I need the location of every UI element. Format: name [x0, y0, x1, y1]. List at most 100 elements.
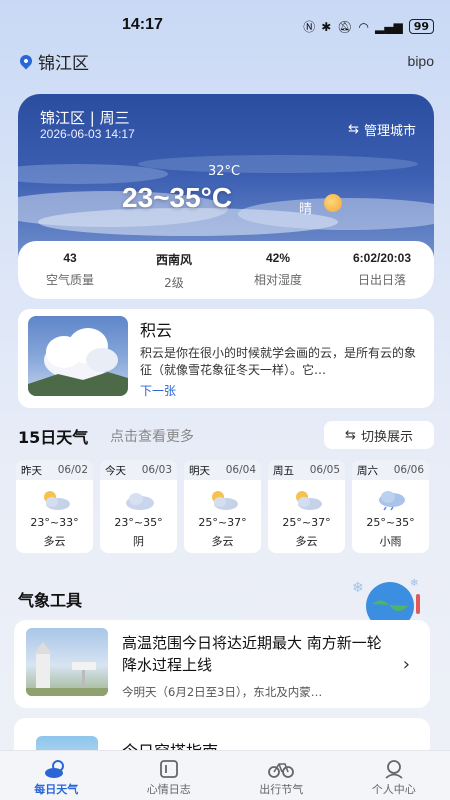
rain-cloud-icon [379, 491, 405, 511]
day-condition: 小雨 [379, 535, 402, 548]
stat-label: 相对湿度 [253, 273, 302, 287]
tab-label: 个人中心 [371, 783, 416, 796]
forecast-day[interactable]: 昨天 06/02 23°~33° 多云 [16, 460, 93, 553]
day-header: 昨天 06/02 [16, 460, 93, 480]
globe-decoration-icon: ❄ ❄ [352, 578, 420, 622]
day-temperature: 23°~35° [114, 516, 163, 529]
svg-text:❄: ❄ [352, 580, 364, 596]
forecast-header: 15日天气 点击查看更多 ⇆ 切换展示 [18, 421, 434, 450]
day-name: 今天 [105, 464, 126, 477]
forecast-day[interactable]: 今天 06/03 23°~35° 阴 [100, 460, 177, 553]
day-condition: 多云 [43, 535, 66, 548]
user-label[interactable]: bipo [408, 53, 434, 69]
stat-value: 43 [63, 251, 77, 265]
cloudy-icon [126, 493, 154, 510]
tab-daily-weather[interactable]: 每日天气 [0, 751, 113, 800]
news-subtitle: 今明天（6月2日至3日），东北及内蒙… [122, 685, 323, 699]
tab-mood-journal[interactable]: 心情日志 [113, 751, 226, 800]
current-weather-card[interactable]: 锦江区 | 周三 2026-06-03 14:17 ⇆ 管理城市 32°C 23… [18, 94, 434, 299]
tab-travel-terms[interactable]: 出行节气 [225, 751, 338, 800]
tab-label: 每日天气 [34, 783, 79, 796]
swap-icon: ⇆ [348, 122, 359, 137]
sun-icon [324, 194, 342, 212]
svg-text:❄: ❄ [410, 578, 418, 589]
stat-humidity: 42% 相对湿度 [226, 251, 330, 299]
day-temperature: 25°~37° [198, 516, 247, 529]
location-bar: 锦江区 bipo [17, 48, 434, 74]
location-selector[interactable]: 锦江区 [17, 49, 89, 74]
day-header: 周五 06/05 [268, 460, 345, 480]
switch-display-label: 切换展示 [360, 429, 413, 445]
forecast-more-link[interactable]: 点击查看更多 [110, 426, 194, 446]
bike-icon [268, 763, 295, 778]
cloud-title: 积云 [140, 321, 173, 340]
day-header: 今天 06/03 [100, 460, 177, 480]
weather-icon [45, 760, 65, 778]
stat-air-quality: 43 空气质量 [18, 251, 122, 299]
manage-city-button[interactable]: ⇆ 管理城市 [348, 120, 416, 139]
stat-value: 西南风 [155, 253, 192, 267]
location-name: 锦江区 [38, 53, 89, 74]
partly-cloudy-icon [44, 491, 70, 510]
bottom-tab-bar: 每日天气 心情日志 出行节气 个人中心 [0, 750, 450, 800]
tab-label: 心情日志 [146, 783, 191, 796]
partly-cloudy-icon [212, 491, 238, 510]
forecast-title: 15日天气 [18, 428, 89, 447]
swap-icon: ⇆ [345, 427, 356, 443]
day-date: 06/05 [309, 464, 340, 476]
card-location-day: 锦江区 | 周三 [40, 109, 130, 127]
manage-city-label: 管理城市 [363, 124, 416, 139]
stat-label: 2级 [164, 276, 184, 290]
status-icons: Ⓝ ✱ 🔕︎ ◠ ▂▄▆ 99 [303, 18, 434, 35]
status-time: 14:17 [122, 16, 163, 33]
chevron-right-icon: › [402, 654, 410, 675]
cloud-info-card[interactable]: 积云 积云是你在很小的时候就学会画的云，是所有云的象征（就像雪花象征冬天一样）。… [18, 309, 434, 408]
weather-condition: 晴 [299, 202, 313, 217]
mute-icon: 🔕︎ [337, 19, 353, 34]
day-header: 明天 06/04 [184, 460, 261, 480]
day-name: 周五 [273, 464, 294, 477]
journal-icon [159, 760, 178, 778]
forecast-days: 昨天 06/02 23°~33° 多云 今天 06/03 23°~35° 阴 明… [16, 460, 436, 555]
day-name: 周六 [357, 464, 378, 477]
weather-stats: 43 空气质量 西南风 2级 42% 相对湿度 6:02/20:03 日出日落 [18, 241, 434, 299]
stat-sunrise-sunset: 6:02/20:03 日出日落 [330, 251, 434, 299]
day-date: 06/02 [57, 464, 88, 476]
day-date: 06/03 [141, 464, 172, 476]
stat-value: 42% [265, 251, 291, 265]
user-icon [385, 760, 403, 779]
stat-label: 日出日落 [357, 273, 406, 287]
current-temperature: 32°C [208, 164, 241, 179]
stat-label: 空气质量 [45, 273, 94, 287]
cumulus-cloud-image [28, 316, 128, 396]
signal-icon: ▂▄▆ [375, 19, 403, 34]
news-card[interactable]: 高温范围今日将达近期最大 南方新一轮降水过程上线 今明天（6月2日至3日），东北… [14, 620, 430, 708]
next-cloud-link[interactable]: 下一张 [140, 382, 176, 399]
wifi-icon: ◠ [358, 19, 369, 34]
partly-cloudy-icon [296, 491, 322, 510]
day-name: 明天 [189, 464, 210, 477]
forecast-day[interactable]: 周六 06/06 25°~35° 小雨 [352, 460, 429, 553]
tab-personal-center[interactable]: 个人中心 [338, 751, 450, 800]
stat-value: 6:02/20:03 [352, 251, 412, 265]
day-condition: 阴 [133, 535, 144, 548]
bluetooth-icon: ✱ [321, 19, 332, 34]
battery-icon: 99 [408, 19, 434, 34]
card-datetime: 2026-06-03 14:17 [40, 127, 135, 141]
stat-wind: 西南风 2级 [122, 251, 226, 299]
location-pin-icon [17, 52, 35, 70]
day-condition: 多云 [295, 535, 318, 548]
day-name: 昨天 [21, 464, 42, 477]
day-header: 周六 06/06 [352, 460, 429, 480]
status-bar: 14:17 Ⓝ ✱ 🔕︎ ◠ ▂▄▆ 99 [0, 0, 450, 40]
forecast-day[interactable]: 明天 06/04 25°~37° 多云 [184, 460, 261, 553]
forecast-day[interactable]: 周五 06/05 25°~37° 多云 [268, 460, 345, 553]
day-date: 06/06 [393, 464, 424, 476]
switch-display-button[interactable]: ⇆ 切换展示 [324, 421, 434, 449]
day-condition: 多云 [211, 535, 234, 548]
temperature-range: 23~35°C [122, 182, 233, 213]
nfc-icon: Ⓝ [303, 20, 316, 34]
day-temperature: 25°~35° [366, 516, 415, 529]
tab-label: 出行节气 [259, 783, 304, 796]
news-title: 高温范围今日将达近期最大 南方新一轮降水过程上线 [122, 634, 382, 674]
